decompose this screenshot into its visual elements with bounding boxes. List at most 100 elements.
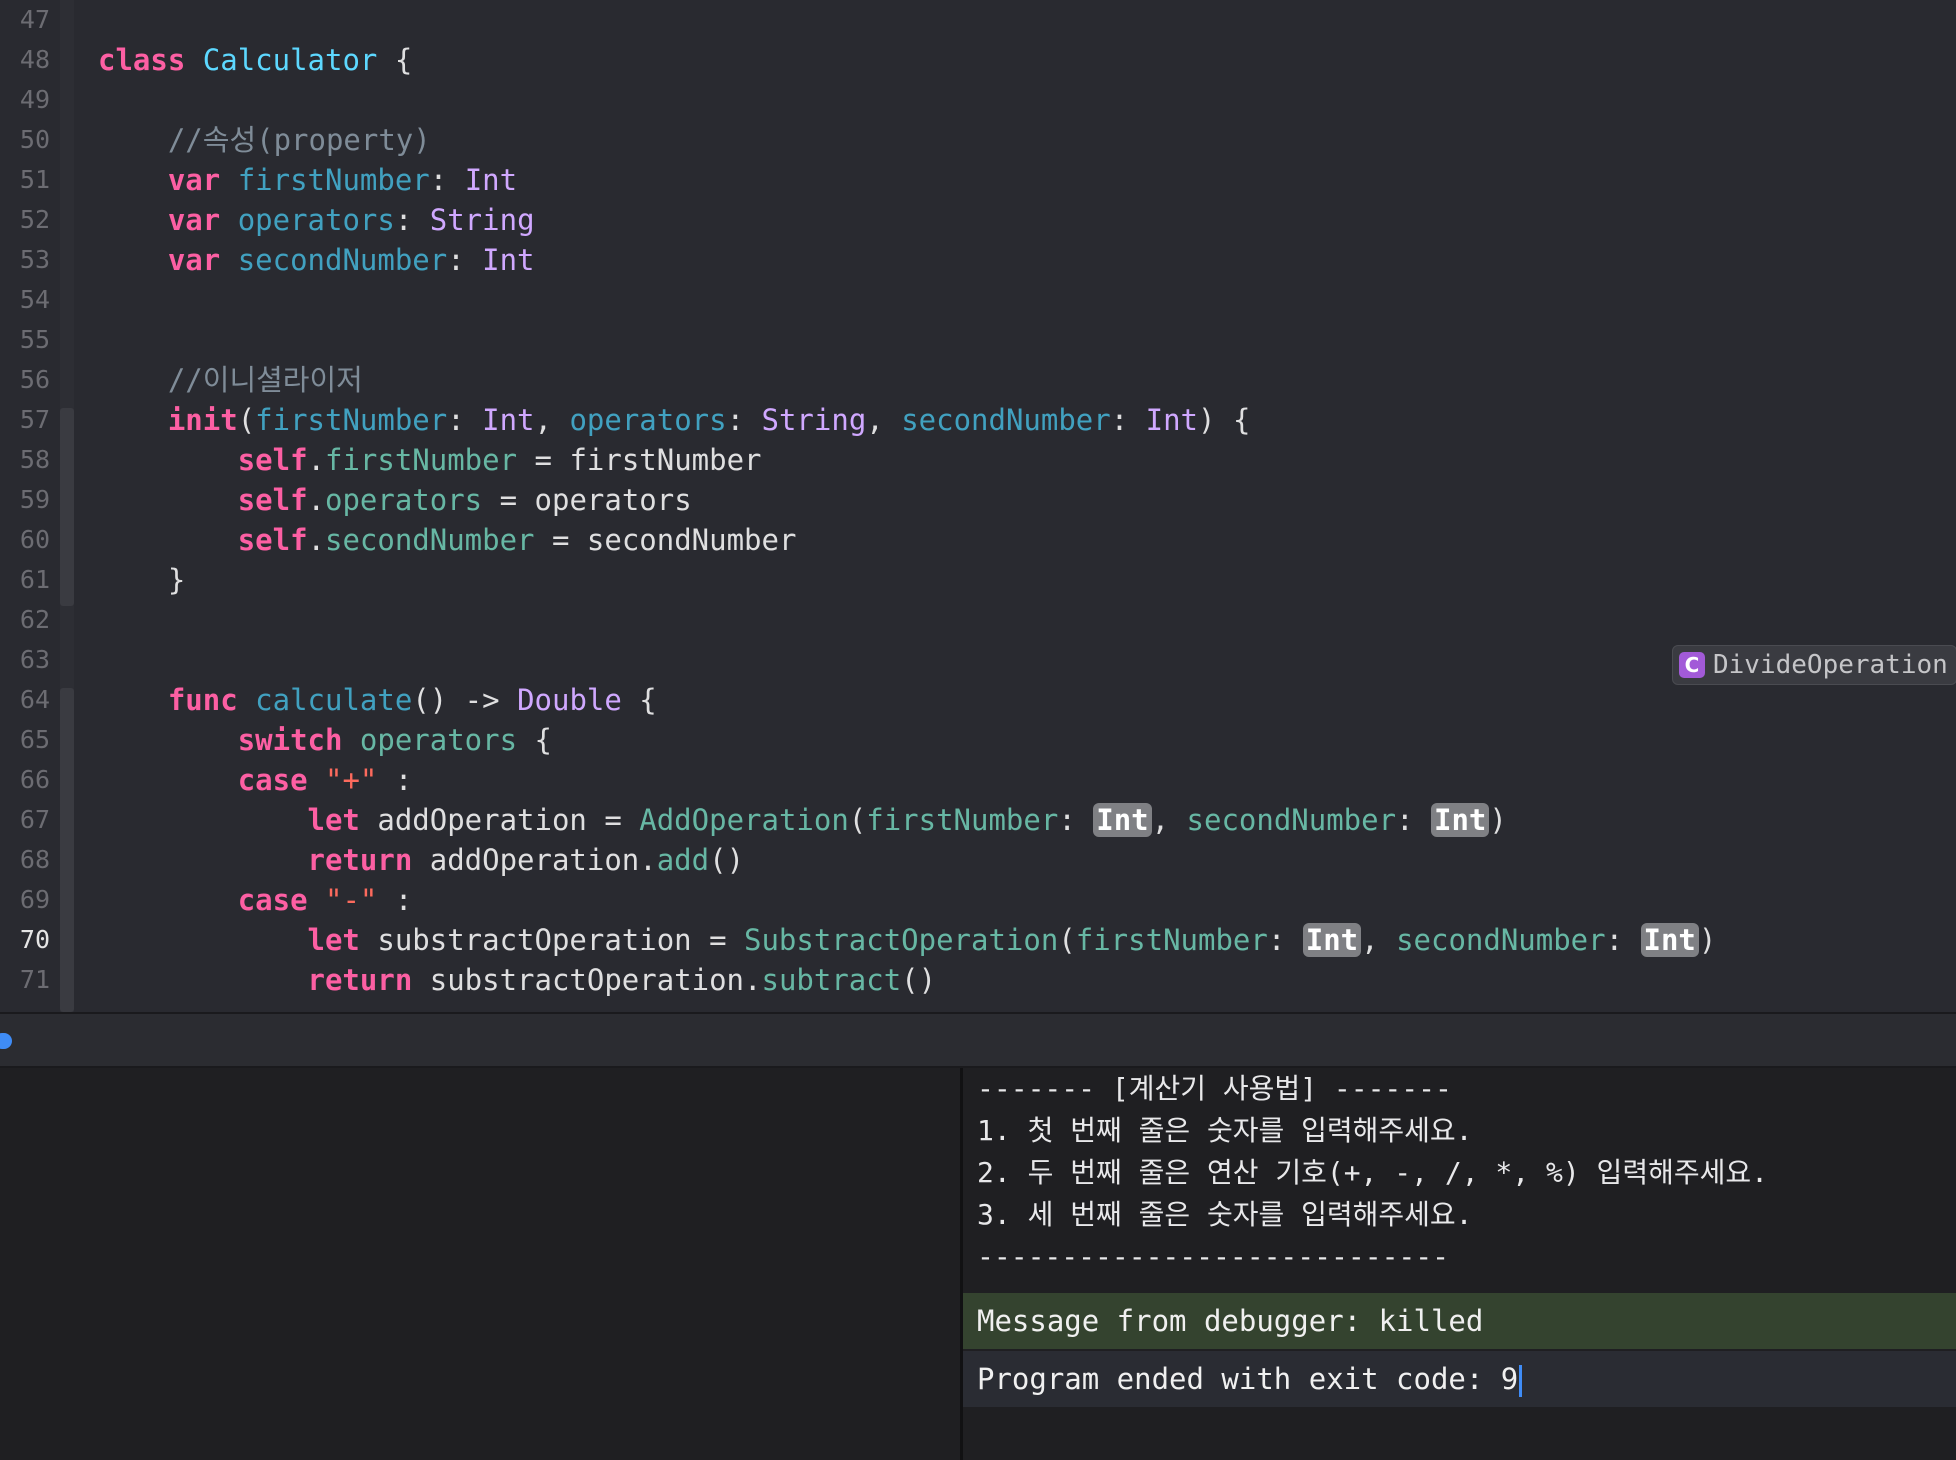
line-number[interactable]: 62 xyxy=(0,600,50,640)
debugger-message-bar: Message from debugger: killed xyxy=(963,1293,1956,1349)
placeholder-token[interactable]: Int xyxy=(1093,803,1152,837)
code-line[interactable]: 56 //이니셜라이저 xyxy=(0,360,1956,400)
code-line[interactable]: 70 let substractOperation = SubstractOpe… xyxy=(0,920,1956,960)
line-number[interactable]: 66 xyxy=(0,760,50,800)
code-line[interactable]: 51 var firstNumber: Int xyxy=(0,160,1956,200)
code-token: , xyxy=(1151,803,1187,837)
code-line[interactable]: 57 init(firstNumber: Int, operators: Str… xyxy=(0,400,1956,440)
code-line[interactable]: 61 } xyxy=(0,560,1956,600)
code-text: return substractOperation.subtract() xyxy=(98,960,937,1000)
line-number[interactable]: 52 xyxy=(0,200,50,240)
code-token: , xyxy=(866,403,902,437)
breakpoint-toggle-icon[interactable] xyxy=(0,1033,12,1049)
code-token: substractOperation = xyxy=(359,923,745,957)
placeholder-token[interactable]: Int xyxy=(1302,923,1362,957)
code-line[interactable]: 54 xyxy=(0,280,1956,320)
line-number[interactable]: 69 xyxy=(0,880,50,920)
placeholder-token[interactable]: Int xyxy=(1640,923,1699,957)
code-line[interactable]: 65 switch operators { xyxy=(0,720,1956,760)
code-token: ( xyxy=(237,403,256,437)
line-number[interactable]: 64 xyxy=(0,680,50,720)
line-number[interactable]: 56 xyxy=(0,360,50,400)
code-text: //이니셜라이저 xyxy=(98,360,363,400)
debugger-message: Message from debugger: killed xyxy=(977,1304,1484,1338)
class-hint-label: DivideOperation xyxy=(1713,650,1948,680)
code-line[interactable]: 68 return addOperation.add() xyxy=(0,840,1956,880)
class-hint-badge[interactable]: C DivideOperation xyxy=(1672,645,1956,685)
code-token: return xyxy=(307,843,413,877)
line-number[interactable]: 54 xyxy=(0,280,50,320)
variables-view[interactable] xyxy=(0,1068,960,1460)
line-number[interactable]: 67 xyxy=(0,800,50,840)
code-line[interactable]: 55 xyxy=(0,320,1956,360)
code-line[interactable]: 66 case "+" : xyxy=(0,760,1956,800)
line-number[interactable]: 53 xyxy=(0,240,50,280)
code-token: : xyxy=(1605,923,1641,957)
code-token: operators xyxy=(237,203,395,237)
code-line[interactable]: 63 xyxy=(0,640,1956,680)
line-number[interactable]: 63 xyxy=(0,640,50,680)
code-editor[interactable]: 47 48 class Calculator {49 50 //속성(property… xyxy=(0,0,1956,1012)
line-number[interactable]: 49 xyxy=(0,80,50,120)
code-token: "+" xyxy=(325,763,378,797)
line-number[interactable]: 59 xyxy=(0,480,50,520)
code-token: let xyxy=(307,923,360,957)
code-token: : xyxy=(447,243,483,277)
code-line[interactable]: 58 self.firstNumber = firstNumber xyxy=(0,440,1956,480)
code-line[interactable]: 64 func calculate() -> Double { xyxy=(0,680,1956,720)
code-token: init xyxy=(167,403,238,437)
line-number[interactable]: 70 xyxy=(0,920,50,960)
line-number[interactable]: 60 xyxy=(0,520,50,560)
code-line[interactable]: 71 return substractOperation.subtract() xyxy=(0,960,1956,1000)
line-number[interactable]: 71 xyxy=(0,960,50,1000)
line-number[interactable]: 55 xyxy=(0,320,50,360)
code-token: class xyxy=(98,43,186,77)
code-token: secondNumber xyxy=(237,243,448,277)
code-token: substractOperation. xyxy=(412,963,762,997)
code-token: String xyxy=(761,403,867,437)
code-token: : xyxy=(1110,403,1146,437)
line-number[interactable]: 57 xyxy=(0,400,50,440)
code-line[interactable]: 47 xyxy=(0,0,1956,40)
code-token: secondNumber xyxy=(1396,923,1606,957)
console-line: 3. 세 번째 줄은 숫자를 입력해주세요. xyxy=(977,1198,1473,1231)
code-line[interactable]: 69 case "-" : xyxy=(0,880,1956,920)
line-number[interactable]: 61 xyxy=(0,560,50,600)
line-number[interactable]: 48 xyxy=(0,40,50,80)
console-line: ------- [계산기 사용법] ------- xyxy=(977,1072,1452,1105)
code-token: var xyxy=(167,243,221,277)
code-line[interactable]: 59 self.operators = operators xyxy=(0,480,1956,520)
code-line[interactable]: 62 xyxy=(0,600,1956,640)
code-token: let xyxy=(307,803,360,837)
line-number[interactable]: 47 xyxy=(0,0,50,40)
console-output[interactable]: ------- [계산기 사용법] ------- 1. 첫 번째 줄은 숫자를 … xyxy=(963,1068,1956,1460)
code-text: case "+" : xyxy=(98,760,413,800)
code-token: case xyxy=(237,883,308,917)
code-line[interactable]: 67 let addOperation = AddOperation(first… xyxy=(0,800,1956,840)
code-line[interactable]: 50 //속성(property) xyxy=(0,120,1956,160)
code-line[interactable]: 48 class Calculator { xyxy=(0,40,1956,80)
code-token: operators xyxy=(569,403,727,437)
line-number[interactable]: 50 xyxy=(0,120,50,160)
placeholder-token[interactable]: Int xyxy=(1430,803,1490,837)
code-token: secondNumber xyxy=(901,403,1111,437)
exit-message-bar[interactable]: Program ended with exit code: 9 xyxy=(963,1351,1956,1407)
code-line[interactable]: 60 self.secondNumber = secondNumber xyxy=(0,520,1956,560)
code-token: { xyxy=(377,43,413,77)
code-line[interactable]: 49 xyxy=(0,80,1956,120)
line-number[interactable]: 68 xyxy=(0,840,50,880)
line-number[interactable]: 58 xyxy=(0,440,50,480)
line-number[interactable]: 65 xyxy=(0,720,50,760)
code-token: } xyxy=(98,563,186,597)
code-line[interactable]: 53 var secondNumber: Int xyxy=(0,240,1956,280)
line-number[interactable]: 51 xyxy=(0,160,50,200)
code-line[interactable]: 52 var operators: String xyxy=(0,200,1956,240)
